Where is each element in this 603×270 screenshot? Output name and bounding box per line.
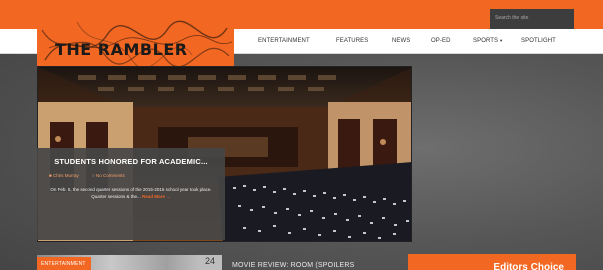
search-input[interactable]: Search the site <box>490 9 574 29</box>
nav-item-sports-label: SPORTS <box>473 38 499 44</box>
nav-item-op-ed[interactable]: OP-ED <box>431 38 451 44</box>
nav-item-news[interactable]: NEWS <box>392 38 410 44</box>
article-headline[interactable]: MOVIE REVIEW: ROOM (SPOILERS <box>232 262 355 269</box>
featured-comments[interactable]: ○ No Comments <box>92 173 131 178</box>
read-more-link[interactable]: Read More → <box>142 194 171 199</box>
featured-excerpt: On Feb. 5, the second quarter sessions o… <box>50 187 212 199</box>
featured-author[interactable]: ■ Chris Murray <box>49 173 85 178</box>
editors-choice-heading: Editors Choice <box>408 254 576 270</box>
nav-item-sports[interactable]: SPORTS▼ <box>473 38 503 44</box>
site-logo[interactable]: THE RAMBLER <box>37 20 234 70</box>
featured-meta: ■ Chris Murray ○ No Comments <box>45 173 217 178</box>
nav-item-features[interactable]: FEATURES <box>336 38 368 44</box>
logo-text: THE RAMBLER <box>55 40 188 59</box>
date-badge: 24 <box>198 255 222 270</box>
caret-down-icon: ▼ <box>499 38 504 43</box>
nav-item-entertainment[interactable]: ENTERTAINMENT <box>258 38 310 44</box>
featured-title[interactable]: STUDENTS HONORED FOR ACADEMIC... <box>45 156 217 167</box>
category-tag[interactable]: ENTERTAINMENT <box>37 257 91 270</box>
nav-item-spotlight[interactable]: SPOTLIGHT <box>521 38 556 44</box>
featured-caption: STUDENTS HONORED FOR ACADEMIC... ■ Chris… <box>37 148 225 240</box>
